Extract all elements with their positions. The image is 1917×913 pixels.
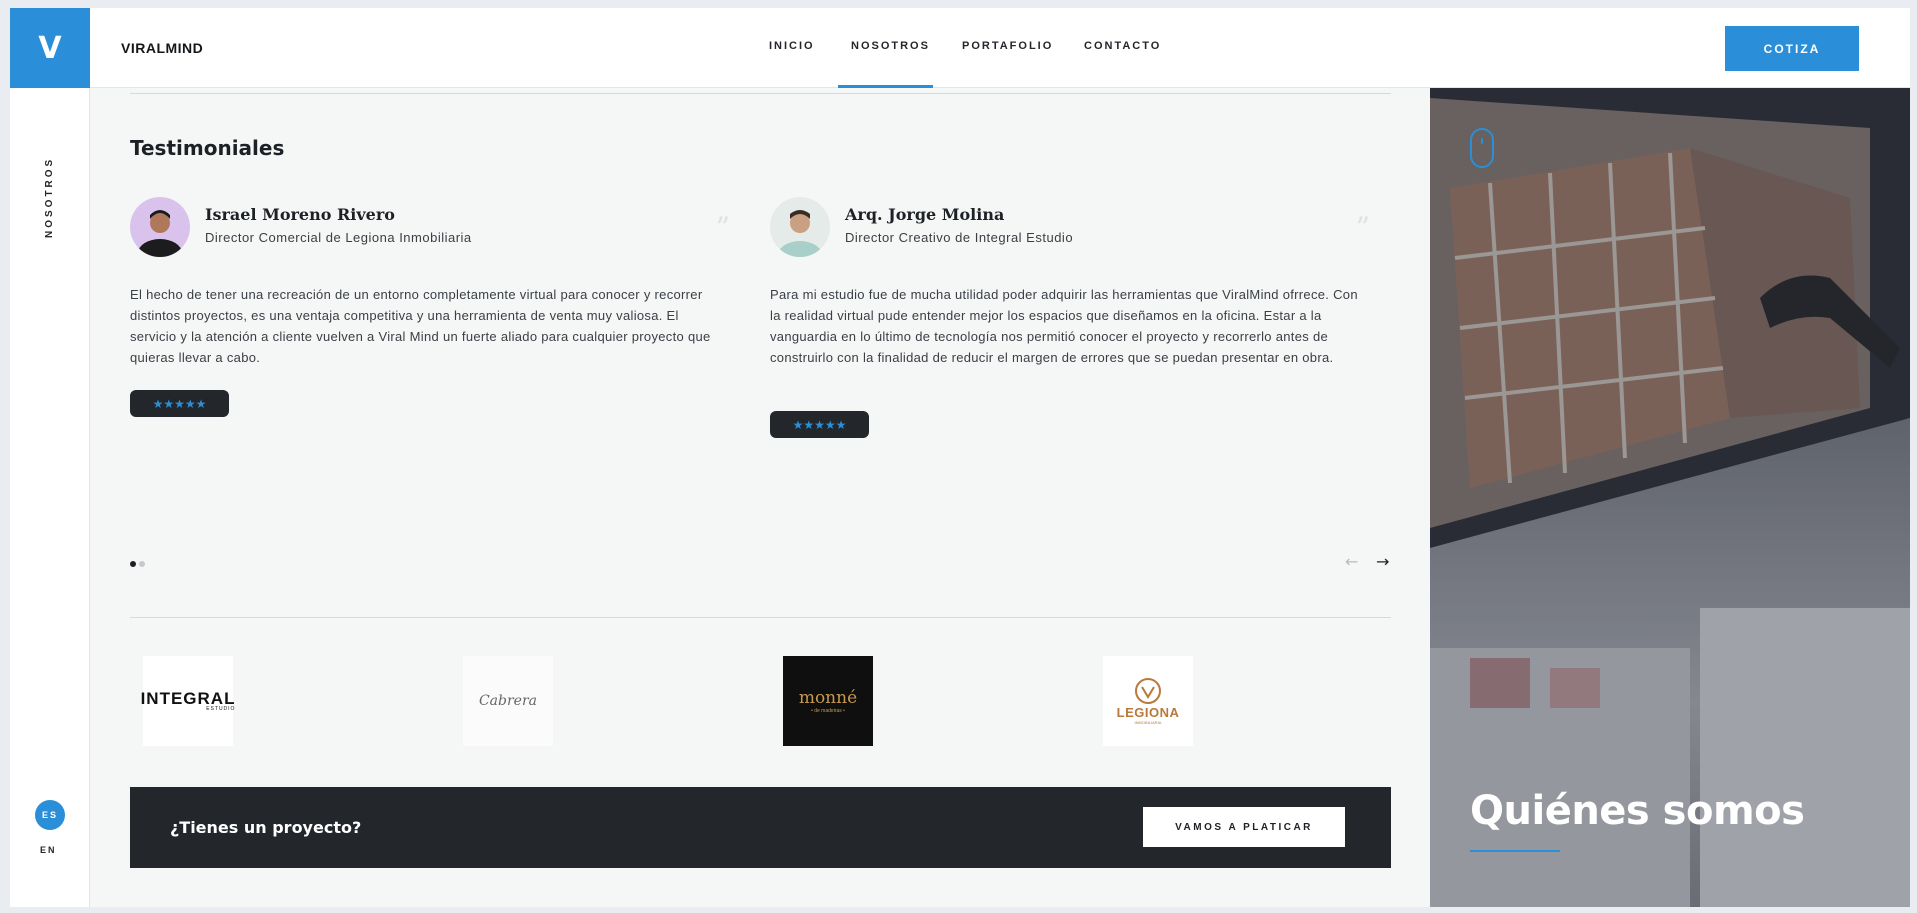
cotiza-button[interactable]: COTIZA bbox=[1725, 26, 1859, 71]
top-divider bbox=[130, 93, 1391, 94]
lang-es-button[interactable]: ES bbox=[35, 800, 65, 830]
person-avatar-icon bbox=[770, 197, 830, 257]
project-cta-bar: ¿Tienes un proyecto? VAMOS A PLATICAR bbox=[130, 787, 1391, 868]
rail-section-label: NOSOTROS bbox=[44, 156, 55, 238]
cta-bar-text: ¿Tienes un proyecto? bbox=[170, 818, 362, 837]
vamos-a-platicar-button[interactable]: VAMOS A PLATICAR bbox=[1143, 807, 1345, 847]
partner-sub: • de madeiras • bbox=[811, 708, 845, 714]
testimonial-role: Director Creativo de Integral Estudio bbox=[845, 230, 1074, 245]
partner-name: INTEGRAL bbox=[140, 689, 236, 708]
hero-title: Quiénes somos bbox=[1470, 788, 1805, 834]
carousel-dot-2[interactable] bbox=[139, 561, 145, 567]
carousel-dots bbox=[130, 561, 145, 567]
hero-title-underline bbox=[1470, 850, 1560, 852]
testimonial-name: Arq. Jorge Molina bbox=[845, 205, 1005, 224]
carousel-dot-1[interactable] bbox=[130, 561, 136, 567]
next-arrow-icon[interactable]: → bbox=[1376, 552, 1389, 571]
partner-logo-integral[interactable]: INTEGRAL ESTUDIO bbox=[141, 656, 236, 746]
nav-inicio[interactable]: INICIO bbox=[769, 40, 815, 52]
quote-icon: ” bbox=[715, 211, 730, 244]
partners-divider bbox=[130, 617, 1391, 618]
section-title: Testimoniales bbox=[130, 136, 285, 160]
partner-logo-monne[interactable]: monné • de madeiras • bbox=[783, 656, 873, 746]
avatar bbox=[130, 197, 190, 257]
testimonial-name: Israel Moreno Rivero bbox=[205, 205, 395, 224]
partner-name: monné bbox=[798, 688, 858, 708]
hero-photo-panel: Quiénes somos bbox=[1430, 88, 1910, 907]
left-rail: NOSOTROS ES EN bbox=[10, 88, 90, 907]
quote-icon: ” bbox=[1355, 211, 1370, 244]
lang-en-button[interactable]: EN bbox=[40, 845, 57, 855]
testimonial-role: Director Comercial de Legiona Inmobiliar… bbox=[205, 230, 472, 245]
partner-name: LEGIONA bbox=[1116, 705, 1180, 720]
prev-arrow-icon[interactable]: ← bbox=[1345, 552, 1358, 571]
integral-wordmark: INTEGRAL ESTUDIO bbox=[141, 690, 236, 712]
partner-name: Cabrera bbox=[478, 693, 538, 709]
nav-active-indicator bbox=[838, 85, 933, 88]
avatar bbox=[770, 197, 830, 257]
legiona-emblem-icon bbox=[1135, 678, 1161, 704]
star-rating: ★★★★★ bbox=[130, 390, 229, 417]
partner-logo-cabrera[interactable]: Cabrera bbox=[463, 656, 553, 746]
nav-nosotros[interactable]: NOSOTROS bbox=[851, 40, 930, 52]
partner-logo-legiona[interactable]: LEGIONA INMOBILIARIA bbox=[1103, 656, 1193, 746]
photo-tint bbox=[1430, 88, 1910, 907]
page-frame: V VIRALMIND INICIO NOSOTROS PORTAFOLIO C… bbox=[10, 8, 1910, 907]
nav-contacto[interactable]: CONTACTO bbox=[1084, 40, 1161, 52]
partner-sub: INMOBILIARIA bbox=[1134, 720, 1162, 725]
top-header: V VIRALMIND INICIO NOSOTROS PORTAFOLIO C… bbox=[10, 8, 1910, 88]
person-avatar-icon bbox=[130, 197, 190, 257]
scroll-indicator-icon[interactable] bbox=[1470, 128, 1494, 168]
main-nav: INICIO NOSOTROS PORTAFOLIO CONTACTO bbox=[10, 8, 1910, 88]
star-rating: ★★★★★ bbox=[770, 411, 869, 438]
testimonial-text: Para mi estudio fue de mucha utilidad po… bbox=[770, 287, 1358, 365]
testimonial-text: El hecho de tener una recreación de un e… bbox=[130, 287, 711, 365]
nav-portafolio[interactable]: PORTAFOLIO bbox=[962, 40, 1053, 52]
